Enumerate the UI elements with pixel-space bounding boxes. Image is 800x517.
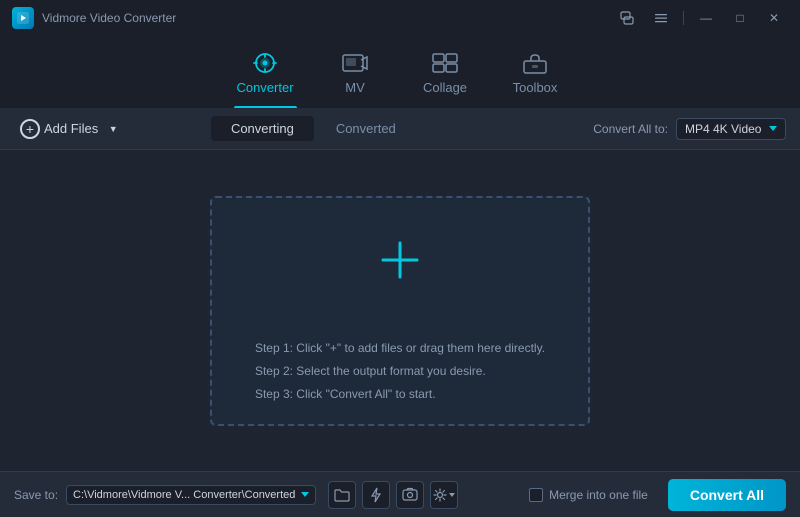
app-logo (12, 7, 34, 29)
convert-all-to-label: Convert All to: (593, 122, 668, 136)
nav-tabs: Converter MV Collage (0, 36, 800, 108)
save-to-label: Save to: (14, 488, 58, 502)
bottom-bar: Save to: C:\Vidmore\Vidmore V... Convert… (0, 471, 800, 517)
format-dropdown-arrow (769, 126, 777, 131)
toolbox-icon (520, 50, 550, 76)
settings-dropdown-arrow (449, 493, 455, 497)
drop-instructions: Step 1: Click "+" to add files or drag t… (231, 323, 569, 423)
tab-collage-label: Collage (423, 80, 467, 95)
instruction-step2: Step 2: Select the output format you des… (255, 360, 545, 383)
add-plus-area[interactable] (212, 198, 588, 324)
collage-icon (430, 50, 460, 76)
save-path-dropdown-arrow (301, 492, 309, 497)
add-files-button[interactable]: + Add Files (14, 115, 104, 143)
drop-zone[interactable]: Step 1: Click "+" to add files or drag t… (210, 196, 590, 426)
format-selector[interactable]: MP4 4K Video (676, 118, 786, 140)
save-path-text: C:\Vidmore\Vidmore V... Converter\Conver… (73, 489, 295, 501)
add-files-dropdown-arrow[interactable]: ▼ (104, 120, 122, 138)
title-bar-left: Vidmore Video Converter (12, 7, 176, 29)
tab-collage[interactable]: Collage (400, 36, 490, 108)
converting-tabs: Converting Converted (211, 116, 416, 141)
convert-all-button[interactable]: Convert All (668, 479, 786, 511)
plus-icon (375, 235, 425, 285)
format-value: MP4 4K Video (685, 122, 762, 136)
toolbar: + Add Files ▼ Converting Converted Conve… (0, 108, 800, 150)
add-files-plus-icon: + (20, 119, 40, 139)
maximize-button[interactable]: □ (726, 7, 754, 29)
converted-tab[interactable]: Converted (316, 116, 416, 141)
tab-mv[interactable]: MV (310, 36, 400, 108)
chat-button[interactable] (613, 7, 641, 29)
title-bar-controls: — □ ✕ (613, 7, 788, 29)
instruction-step3: Step 3: Click "Convert All" to start. (255, 383, 545, 406)
app-title: Vidmore Video Converter (42, 11, 176, 25)
tab-toolbox[interactable]: Toolbox (490, 36, 580, 108)
speed-button[interactable] (362, 481, 390, 509)
tab-converter-label: Converter (236, 80, 293, 95)
merge-checkbox[interactable] (529, 488, 543, 502)
menu-button[interactable] (647, 7, 675, 29)
title-separator (683, 11, 684, 25)
converting-tab[interactable]: Converting (211, 116, 314, 141)
instruction-step1: Step 1: Click "+" to add files or drag t… (255, 337, 545, 360)
close-button[interactable]: ✕ (760, 7, 788, 29)
mv-icon (340, 50, 370, 76)
tab-toolbox-label: Toolbox (513, 80, 558, 95)
bottom-tools (328, 481, 458, 509)
converter-icon (250, 50, 280, 76)
snapshot-button[interactable] (396, 481, 424, 509)
main-content: Step 1: Click "+" to add files or drag t… (0, 150, 800, 471)
open-folder-button[interactable] (328, 481, 356, 509)
convert-all-to: Convert All to: MP4 4K Video (593, 118, 786, 140)
minimize-button[interactable]: — (692, 7, 720, 29)
merge-label: Merge into one file (549, 488, 648, 502)
tab-converter[interactable]: Converter (220, 36, 310, 108)
tab-mv-label: MV (345, 80, 365, 95)
merge-checkbox-area: Merge into one file (529, 488, 648, 502)
settings-button[interactable] (430, 481, 458, 509)
save-path-selector[interactable]: C:\Vidmore\Vidmore V... Converter\Conver… (66, 485, 316, 505)
add-files-label: Add Files (44, 121, 98, 136)
title-bar: Vidmore Video Converter — □ ✕ (0, 0, 800, 36)
